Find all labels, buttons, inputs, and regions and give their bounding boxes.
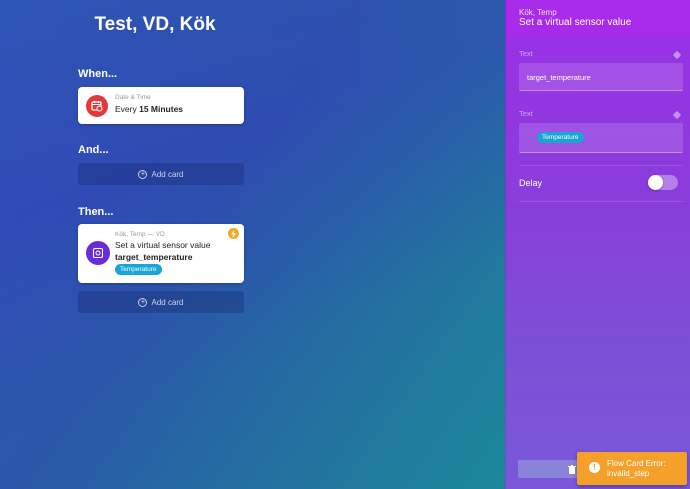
flow-editor: Test, VD, Kök When... Date & Time Every … <box>0 0 505 489</box>
lightning-icon <box>228 228 239 239</box>
text-field-2[interactable]: Temperature <box>519 123 683 153</box>
calendar-clock-icon <box>86 95 108 117</box>
error-toast[interactable]: ! Flow Card Error: invalid_step <box>577 452 687 485</box>
and-label: And... <box>78 144 109 156</box>
delay-label: Delay <box>519 178 543 188</box>
card-settings-panel: Kök, Temp Set a virtual sensor value Tex… <box>505 0 690 489</box>
trash-icon <box>568 464 576 474</box>
tag-icon[interactable] <box>672 110 682 120</box>
then-card[interactable]: Kök, Temp — VD Set a virtual sensor valu… <box>78 224 244 283</box>
field2-label: Text <box>519 109 533 118</box>
when-card-prefix: Every <box>115 104 137 114</box>
then-card-tag: Temperature <box>115 264 162 275</box>
error-toast-detail: invalid_step <box>607 469 650 478</box>
when-card-value: 15 Minutes <box>139 104 184 114</box>
then-card-subtitle: Kök, Temp — VD <box>115 231 165 238</box>
field1-label: Text <box>519 49 533 58</box>
virtual-device-icon <box>86 241 110 265</box>
when-label: When... <box>78 68 118 80</box>
when-card-line: Every 15 Minutes <box>115 104 183 114</box>
when-card-subtitle: Date & Time <box>115 94 151 101</box>
tag-icon[interactable] <box>672 50 682 60</box>
when-card[interactable]: Date & Time Every 15 Minutes <box>78 87 244 124</box>
add-card-button-and[interactable]: + Add card <box>78 163 244 185</box>
add-card-label: Add card <box>151 169 184 179</box>
divider <box>519 201 683 202</box>
error-toast-title: Flow Card Error: <box>607 459 666 468</box>
add-card-label: Add card <box>151 297 184 307</box>
then-card-action: Set a virtual sensor value <box>115 240 211 250</box>
alert-icon: ! <box>589 462 600 473</box>
toggle-knob <box>648 175 663 190</box>
then-label: Then... <box>78 206 114 218</box>
add-card-button-then[interactable]: + Add card <box>78 291 244 313</box>
divider <box>519 165 683 166</box>
then-card-arg: target_temperature <box>115 252 193 262</box>
flow-title: Test, VD, Kök <box>94 14 216 35</box>
text-field-2-tag: Temperature <box>537 132 584 143</box>
text-field-1[interactable]: target_temperature <box>519 63 683 91</box>
delay-toggle[interactable] <box>648 175 678 190</box>
panel-title: Set a virtual sensor value <box>519 17 632 28</box>
text-field-1-value: target_temperature <box>527 73 591 82</box>
panel-subtitle: Kök, Temp <box>519 8 557 17</box>
plus-circle-icon: + <box>138 297 148 307</box>
plus-circle-icon: + <box>138 169 148 179</box>
error-toast-text: Flow Card Error: invalid_step <box>607 459 666 479</box>
